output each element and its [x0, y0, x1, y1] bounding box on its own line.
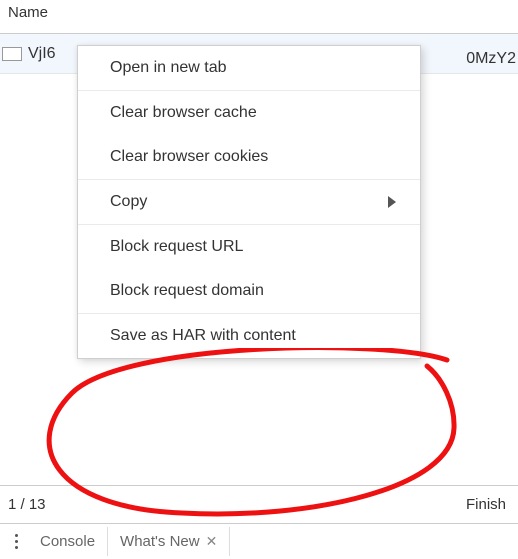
- menu-clear-browser-cookies[interactable]: Clear browser cookies: [78, 135, 420, 179]
- status-bar: 1 / 13 Finish: [0, 485, 518, 523]
- column-label: Name: [8, 4, 48, 21]
- footer: 1 / 13 Finish Console What's New ✕: [0, 485, 518, 559]
- menu-block-request-domain[interactable]: Block request domain: [78, 269, 420, 313]
- context-menu: Open in new tab Clear browser cache Clea…: [77, 45, 421, 359]
- menu-copy[interactable]: Copy: [78, 180, 420, 224]
- request-url-right: 0MzY2: [464, 50, 518, 68]
- tab-label: Console: [40, 533, 95, 550]
- tab-label: What's New: [120, 533, 200, 550]
- request-url-left: VjI6: [28, 45, 56, 63]
- menu-label: Block request URL: [110, 238, 243, 256]
- menu-label: Open in new tab: [110, 59, 227, 77]
- column-header-name[interactable]: Name: [0, 0, 518, 34]
- menu-open-in-new-tab[interactable]: Open in new tab: [78, 46, 420, 90]
- tab-console[interactable]: Console: [28, 527, 108, 556]
- submenu-arrow-icon: [388, 196, 396, 208]
- status-count: 1 / 13: [8, 496, 46, 513]
- menu-save-as-har[interactable]: Save as HAR with content: [78, 314, 420, 358]
- menu-label: Copy: [110, 193, 147, 211]
- tab-whats-new[interactable]: What's New ✕: [108, 527, 230, 556]
- menu-label: Clear browser cache: [110, 104, 257, 122]
- menu-clear-browser-cache[interactable]: Clear browser cache: [78, 91, 420, 135]
- close-icon[interactable]: ✕: [206, 533, 218, 550]
- status-finish: Finish: [466, 496, 506, 513]
- drawer-tab-bar: Console What's New ✕: [0, 523, 518, 559]
- menu-label: Clear browser cookies: [110, 148, 268, 166]
- menu-block-request-url[interactable]: Block request URL: [78, 225, 420, 269]
- menu-label: Save as HAR with content: [110, 327, 296, 345]
- kebab-menu-icon[interactable]: [4, 534, 28, 549]
- row-checkbox[interactable]: [2, 47, 22, 61]
- menu-label: Block request domain: [110, 282, 264, 300]
